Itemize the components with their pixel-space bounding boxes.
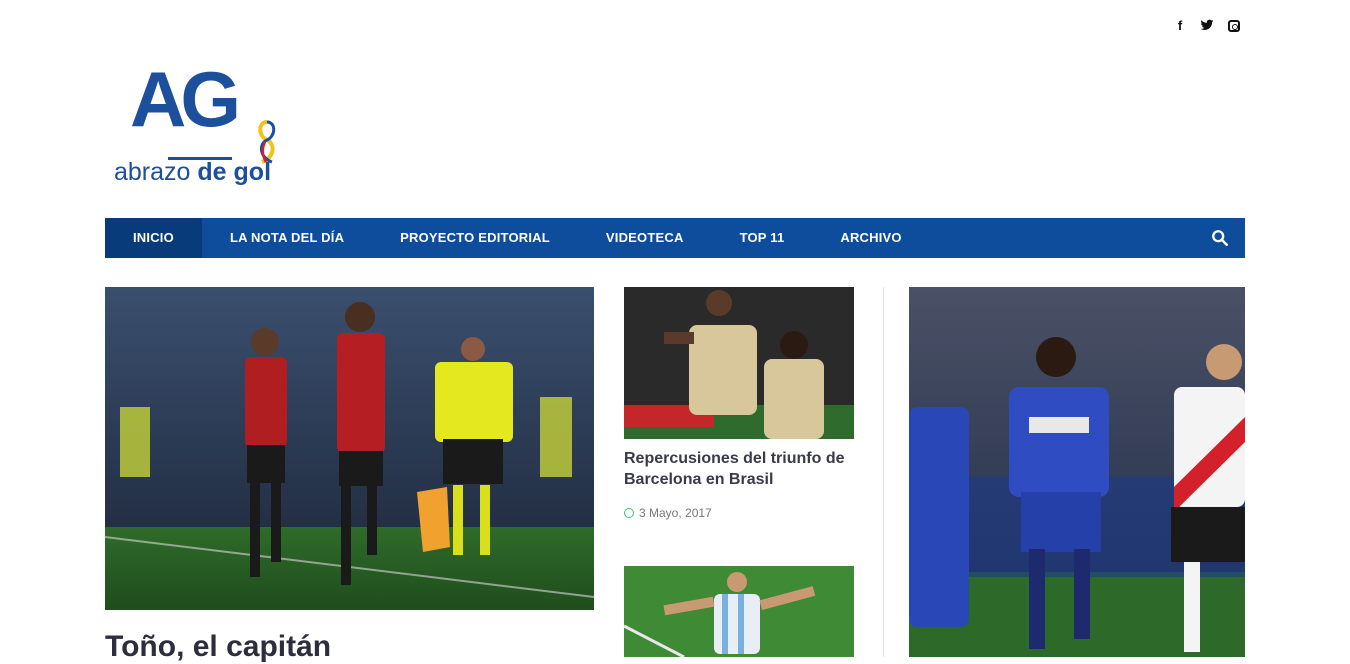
logo-word-light: abrazo [114, 158, 191, 186]
feature-article-image[interactable] [909, 287, 1245, 657]
logo-wordmark: abrazo de gol [114, 160, 271, 185]
social-links: f [1172, 18, 1240, 34]
logo-word-bold: de gol [197, 158, 272, 186]
article-date-text: 3 Mayo, 2017 [639, 506, 712, 520]
article-thumbnail[interactable] [624, 287, 854, 439]
twitter-icon[interactable] [1200, 18, 1216, 34]
hero-article-image[interactable] [105, 287, 594, 610]
clock-icon [624, 508, 634, 518]
instagram-icon[interactable] [1228, 20, 1240, 32]
search-icon[interactable] [1211, 229, 1229, 247]
article-date: 3 Mayo, 2017 [624, 506, 712, 520]
main-nav: INICIO LA NOTA DEL DÍA PROYECTO EDITORIA… [105, 218, 1245, 258]
nav-item-inicio[interactable]: INICIO [105, 218, 202, 258]
nav-item-nota-del-dia[interactable]: LA NOTA DEL DÍA [202, 218, 372, 258]
logo-mark: AG [130, 55, 241, 143]
site-logo[interactable]: AG abrazo de gol [112, 60, 302, 191]
article-thumbnail-2[interactable] [624, 566, 854, 657]
nav-item-top-11[interactable]: TOP 11 [712, 218, 813, 258]
column-divider [883, 287, 884, 657]
nav-item-archivo[interactable]: ARCHIVO [812, 218, 929, 258]
hero-article-title[interactable]: Toño, el capitán [105, 630, 331, 664]
nav-item-proyecto-editorial[interactable]: PROYECTO EDITORIAL [372, 218, 578, 258]
nav-item-videoteca[interactable]: VIDEOTECA [578, 218, 712, 258]
facebook-icon[interactable]: f [1172, 18, 1188, 34]
article-title[interactable]: Repercusiones del triunfo de Barcelona e… [624, 448, 864, 490]
